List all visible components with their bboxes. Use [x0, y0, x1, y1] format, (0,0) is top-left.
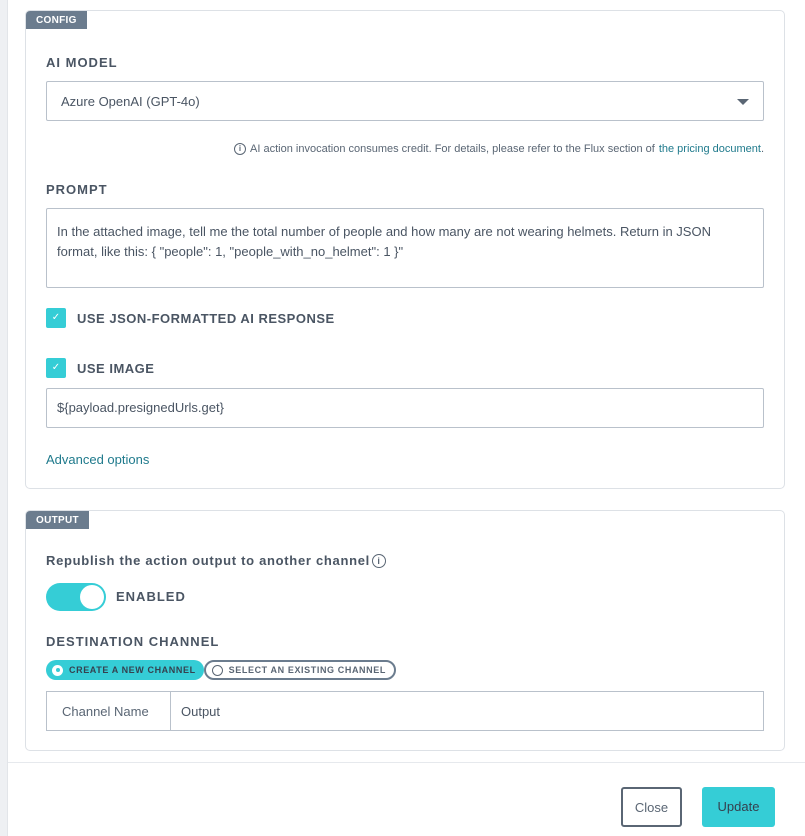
- check-icon: ✓: [51, 362, 61, 373]
- toggle-knob: [80, 585, 104, 609]
- output-panel: OUTPUT Republish the action output to an…: [25, 510, 785, 751]
- credit-note-suffix: .: [760, 143, 764, 155]
- radio-create-new-channel[interactable]: CREATE A NEW CHANNEL: [46, 660, 204, 680]
- use-json-checkbox-row[interactable]: ✓ USE JSON-FORMATTED AI RESPONSE: [46, 308, 335, 328]
- radio-selected-icon: [52, 664, 63, 676]
- pricing-document-link[interactable]: the pricing document: [659, 143, 761, 155]
- radio-select-existing-label: SELECT AN EXISTING CHANNEL: [228, 665, 386, 675]
- credit-note: i AI action invocation consumes credit. …: [234, 143, 764, 155]
- republish-label: Republish the action output to another c…: [46, 553, 386, 568]
- radio-unselected-icon: [211, 664, 223, 676]
- radio-select-existing-channel[interactable]: SELECT AN EXISTING CHANNEL: [203, 660, 396, 680]
- channel-name-label: Channel Name: [46, 691, 170, 731]
- republish-label-text: Republish the action output to another c…: [46, 553, 370, 568]
- destination-channel-label: DESTINATION CHANNEL: [46, 634, 220, 649]
- close-button[interactable]: Close: [621, 787, 682, 827]
- ai-model-select[interactable]: Azure OpenAI (GPT-4o): [46, 81, 764, 121]
- advanced-options-link[interactable]: Advanced options: [46, 452, 149, 467]
- footer-divider: [8, 762, 805, 763]
- prompt-textarea[interactable]: In the attached image, tell me the total…: [46, 208, 764, 288]
- credit-note-text: AI action invocation consumes credit. Fo…: [250, 143, 655, 155]
- image-url-input[interactable]: ${payload.presignedUrls.get}: [46, 388, 764, 428]
- destination-radio-group: CREATE A NEW CHANNEL SELECT AN EXISTING …: [46, 660, 396, 680]
- toggle-status-label: ENABLED: [116, 589, 186, 604]
- use-image-checkbox[interactable]: ✓: [46, 358, 66, 378]
- use-json-checkbox[interactable]: ✓: [46, 308, 66, 328]
- republish-toggle[interactable]: [46, 583, 106, 611]
- update-button[interactable]: Update: [702, 787, 775, 827]
- info-icon: i: [234, 143, 247, 155]
- use-image-checkbox-row[interactable]: ✓ USE IMAGE: [46, 358, 154, 378]
- check-icon: ✓: [51, 312, 61, 323]
- channel-name-input[interactable]: Output: [170, 691, 764, 731]
- config-tag: CONFIG: [26, 11, 87, 29]
- radio-create-new-label: CREATE A NEW CHANNEL: [69, 665, 196, 675]
- ai-model-value: Azure OpenAI (GPT-4o): [61, 94, 200, 109]
- caret-down-icon: [737, 99, 749, 105]
- info-icon[interactable]: i: [371, 553, 386, 568]
- prompt-label: PROMPT: [46, 182, 108, 197]
- use-image-label: USE IMAGE: [77, 360, 155, 376]
- channel-name-row: Channel Name Output: [46, 691, 764, 731]
- ai-model-label: AI MODEL: [46, 55, 118, 70]
- config-panel: CONFIG AI MODEL Azure OpenAI (GPT-4o) i …: [25, 10, 785, 489]
- output-tag: OUTPUT: [26, 511, 89, 529]
- left-rail: [0, 0, 8, 836]
- use-json-label: USE JSON-FORMATTED AI RESPONSE: [77, 310, 335, 326]
